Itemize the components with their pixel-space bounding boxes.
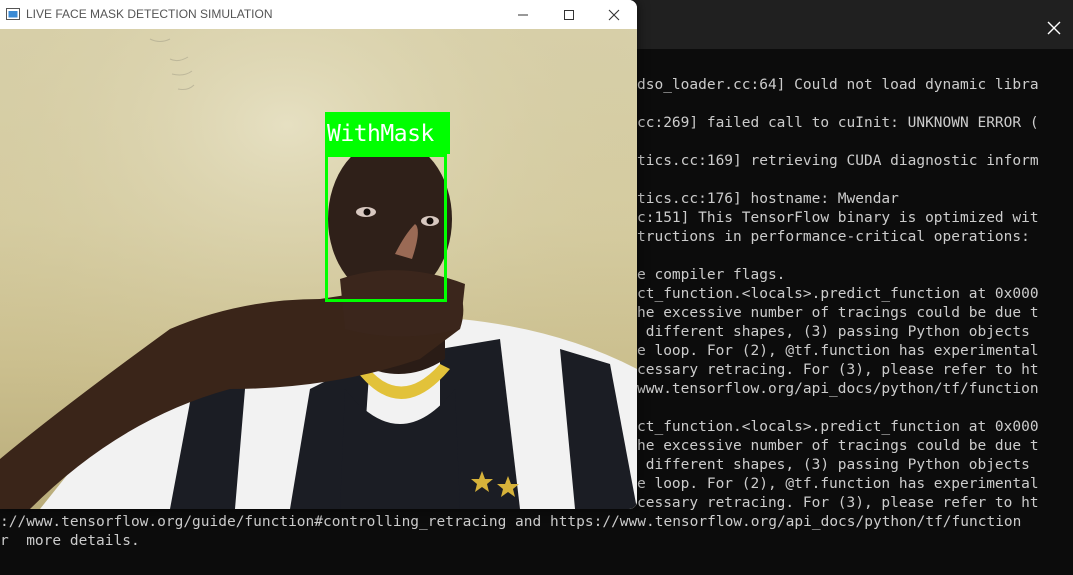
terminal-line: different shapes, (3) passing Python obj… <box>637 324 1030 340</box>
terminal-line: cessary retracing. For (3), please refer… <box>637 362 1039 378</box>
camera-window[interactable]: LIVE FACE MASK DETECTION SIMULATION With… <box>0 0 637 509</box>
terminal-line: he excessive number of tracings could be… <box>637 305 1039 321</box>
camera-feed: WithMask <box>0 29 637 509</box>
terminal-line: different shapes, (3) passing Python obj… <box>637 457 1030 473</box>
terminal-line: c:151] This TensorFlow binary is optimiz… <box>637 210 1039 226</box>
terminal-line: cessary retracing. For (3), please refer… <box>637 495 1039 511</box>
camera-frame-image <box>0 29 637 509</box>
app-icon <box>6 8 20 20</box>
terminal-line: ://www.tensorflow.org/guide/function#con… <box>0 514 1022 530</box>
terminal-line: r more details. <box>0 533 140 549</box>
terminal-line: dso_loader.cc:64] Could not load dynamic… <box>637 77 1039 93</box>
face-detection-box <box>325 154 447 302</box>
terminal-line: ct_function.<locals>.predict_function at… <box>637 286 1039 302</box>
close-icon[interactable] <box>1035 8 1073 48</box>
window-title: LIVE FACE MASK DETECTION SIMULATION <box>26 7 273 21</box>
terminal-line: tics.cc:169] retrieving CUDA diagnostic … <box>637 153 1039 169</box>
camera-titlebar[interactable]: LIVE FACE MASK DETECTION SIMULATION <box>0 0 637 29</box>
terminal-line: e loop. For (2), @tf.function has experi… <box>637 476 1039 492</box>
minimize-icon[interactable] <box>500 0 546 29</box>
terminal-line: ct_function.<locals>.predict_function at… <box>637 419 1039 435</box>
terminal-line: he excessive number of tracings could be… <box>637 438 1039 454</box>
maximize-icon[interactable] <box>546 0 592 29</box>
terminal-line: tics.cc:176] hostname: Mwendar <box>637 191 899 207</box>
terminal-line: e loop. For (2), @tf.function has experi… <box>637 343 1039 359</box>
terminal-line: e compiler flags. <box>637 267 786 283</box>
terminal-line: cc:269] failed call to cuInit: UNKNOWN E… <box>637 115 1039 131</box>
terminal-line: www.tensorflow.org/api_docs/python/tf/fu… <box>637 381 1039 397</box>
terminal-line: tructions in performance-critical operat… <box>637 229 1030 245</box>
close-icon[interactable] <box>591 0 637 29</box>
detection-label: WithMask <box>327 121 434 147</box>
